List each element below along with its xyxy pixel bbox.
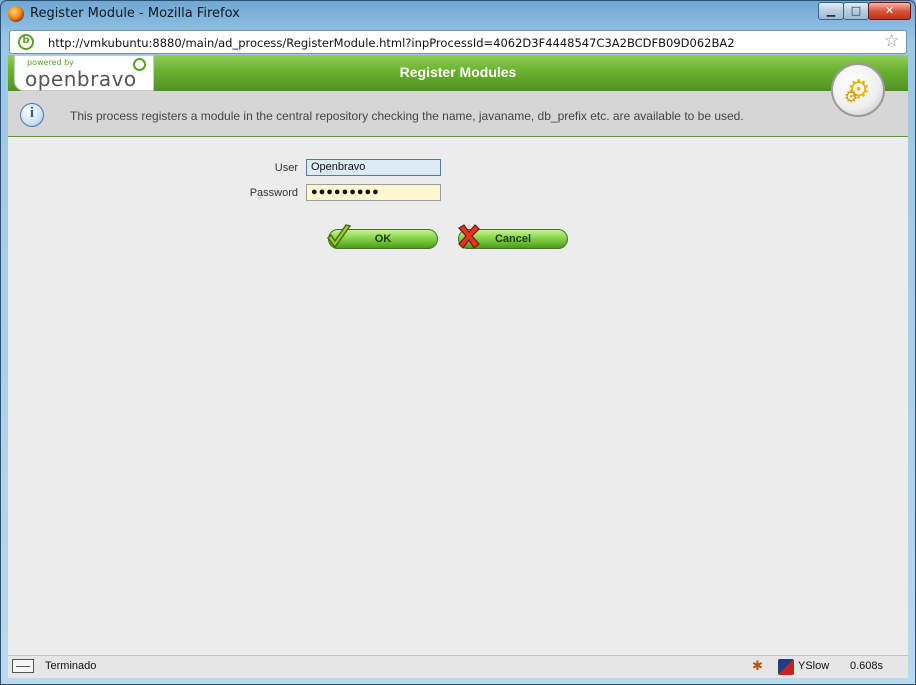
page-title: Register Modules (399, 64, 517, 80)
bookmark-star-icon[interactable]: ☆ (884, 33, 899, 50)
maximize-button[interactable]: □ (843, 2, 869, 20)
info-icon-glyph: i (29, 105, 35, 121)
timing-value: 0.608s (850, 660, 884, 672)
password-label: Password (249, 187, 298, 199)
bug-icon[interactable]: ✱ (752, 659, 763, 674)
close-icon: ✕ (884, 4, 895, 17)
window-title: Register Module - Mozilla Firefox (30, 6, 240, 21)
user-label: User (274, 162, 298, 174)
site-icon[interactable]: b (18, 34, 34, 50)
info-icon: i (20, 103, 44, 127)
password-input[interactable]: ●●●●●●●●● (306, 184, 441, 201)
firefox-icon (8, 6, 24, 22)
page-content: powered by openbravo Register Modules ⚙ … (8, 55, 908, 655)
site-icon-glyph: b (22, 35, 30, 46)
status-icon (12, 659, 34, 673)
url-bar[interactable]: b http://vmkubuntu:8880/main/ad_process/… (9, 30, 907, 54)
yslow-label[interactable]: YSlow (798, 660, 829, 672)
header-bar: powered by openbravo Register Modules (8, 55, 908, 91)
minimize-icon: ▁ (826, 4, 836, 17)
status-bar: Terminado ✱ YSlow 0.608s (8, 655, 908, 678)
minimize-button[interactable]: ▁ (818, 2, 844, 20)
title-bar: Register Module - Mozilla Firefox ▁ □ ✕ (1, 1, 915, 27)
info-message: This process registers a module in the c… (70, 109, 744, 123)
status-text: Terminado (45, 660, 97, 672)
gear-small-icon: ⚙ (844, 87, 859, 106)
navigation-bar: b http://vmkubuntu:8880/main/ad_process/… (9, 30, 907, 54)
url-text[interactable]: http://vmkubuntu:8880/main/ad_process/Re… (48, 36, 735, 50)
maximize-icon: □ (850, 4, 862, 17)
yslow-icon[interactable] (778, 659, 794, 675)
x-cancel-icon[interactable] (456, 223, 482, 251)
info-bar: i This process registers a module in the… (8, 91, 908, 137)
checkmark-icon[interactable] (326, 223, 352, 251)
close-button[interactable]: ✕ (868, 2, 911, 20)
gear-icon: ⚙ ⚙ (831, 63, 885, 117)
user-input[interactable]: Openbravo (306, 159, 441, 176)
